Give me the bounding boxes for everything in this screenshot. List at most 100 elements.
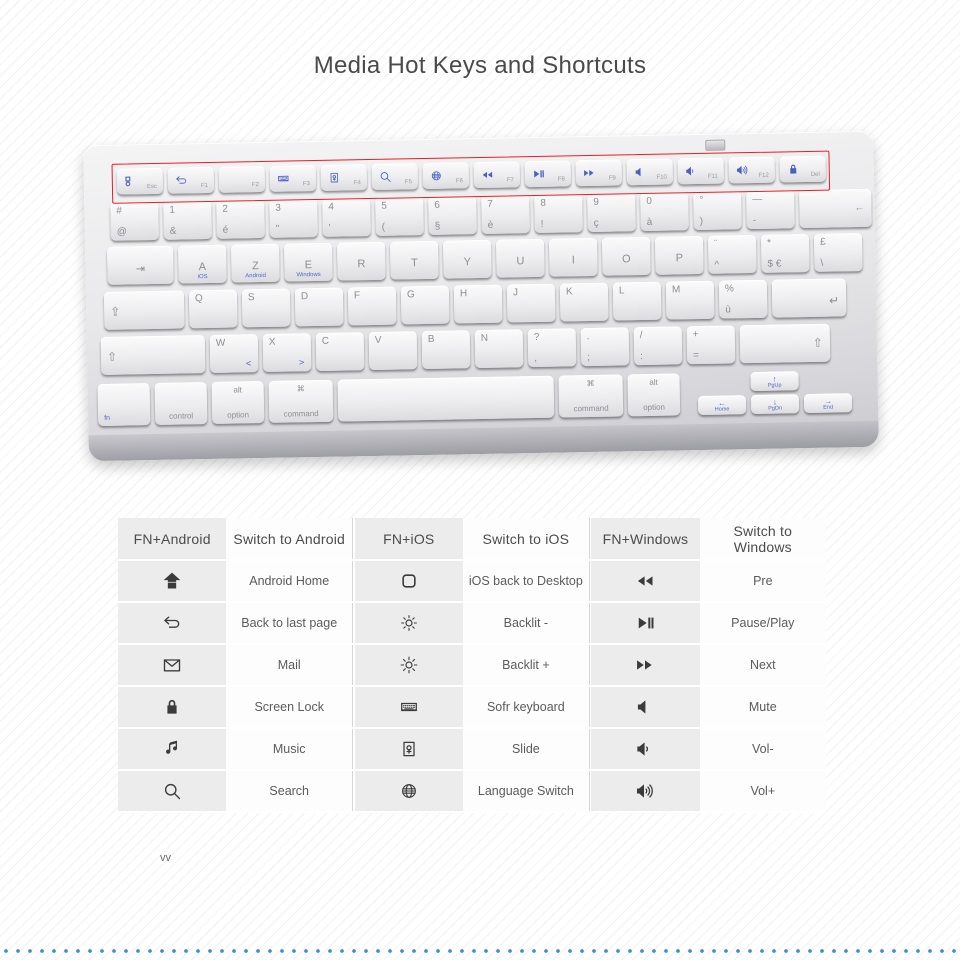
key-f3[interactable]: F3 (269, 165, 317, 192)
key-legend-top: / (639, 330, 643, 342)
key-num-4[interactable]: 4 ' (322, 198, 371, 237)
key-os-label: iOS (197, 274, 208, 281)
key-f9[interactable]: F9 (575, 159, 622, 187)
key-r[interactable]: R (336, 241, 386, 281)
key-i[interactable]: I (548, 237, 598, 277)
key-w[interactable]: W < (209, 334, 259, 373)
key-f4[interactable]: F4 (320, 164, 368, 191)
key-.[interactable]: .; (580, 327, 630, 367)
fn-key[interactable]: fn (97, 383, 151, 427)
key-£[interactable]: £ \ (813, 233, 863, 272)
key-p[interactable]: P (654, 235, 704, 275)
footer-dotted-rule (0, 949, 960, 953)
key-f1[interactable]: F1 (167, 166, 215, 194)
key-%[interactable]: % ù (718, 279, 768, 319)
key-a[interactable]: AiOS (178, 244, 227, 284)
key-f6[interactable]: F6 (422, 162, 470, 190)
right-shift-key[interactable]: ⇧ (739, 323, 831, 364)
key-*[interactable]: * $ € (760, 233, 810, 273)
shift-arrow-icon: ⇧ (106, 349, 118, 364)
up-arrow-key[interactable]: ↑ PgUp (750, 371, 799, 392)
key-o[interactable]: O (601, 236, 651, 276)
key-label: F10 (656, 174, 667, 181)
key-num-6[interactable]: 6 § (428, 196, 477, 235)
left-arrow-key[interactable]: ← Home (697, 395, 747, 416)
key-¨[interactable]: ¨ ^ (707, 234, 757, 274)
key-f10[interactable]: F10 (626, 158, 673, 186)
enter-key[interactable]: ↵ (771, 278, 847, 318)
ios-action-label: Backlit + (462, 644, 590, 686)
key-d[interactable]: D (294, 287, 344, 327)
key-j[interactable]: J (506, 283, 556, 323)
key-legend: ⇥ (135, 263, 146, 276)
key-legend-bottom: ' (328, 222, 331, 234)
key-s[interactable]: S (241, 288, 291, 328)
key-num-1[interactable]: 1 & (163, 200, 212, 240)
key-num-0[interactable]: 0à (640, 192, 689, 232)
key-?[interactable]: ?, (527, 328, 577, 368)
key-del[interactable]: Del (779, 155, 826, 183)
arrow-key-label: Home (714, 406, 730, 413)
key-/[interactable]: /: (633, 326, 683, 366)
key-l[interactable]: L (612, 281, 662, 321)
soft-keyboard-icon (277, 172, 290, 185)
key-legend-top: # (116, 205, 123, 217)
key-x[interactable]: X > (262, 333, 312, 373)
left-command-key[interactable]: ⌘ command (268, 379, 334, 423)
key-legend: control (169, 411, 194, 421)
key-e[interactable]: E Windows (284, 242, 333, 282)
key-esc[interactable]: Esc (116, 167, 164, 195)
key-t[interactable]: T (389, 240, 439, 280)
caps-lock-key[interactable]: ⇪ (103, 290, 185, 330)
key-f5[interactable]: F5 (371, 163, 419, 190)
key-m[interactable]: M (665, 280, 715, 320)
key-h[interactable]: H (453, 284, 503, 324)
table-row: Mail Backlit + Next (118, 644, 826, 686)
key-f[interactable]: F (347, 286, 397, 326)
key-num-—[interactable]: — - (746, 190, 795, 230)
key-num-2[interactable]: 2é (216, 199, 265, 239)
left-shift-key[interactable]: ⇧ (100, 335, 206, 375)
backspace-key[interactable]: ← (799, 188, 872, 229)
key-num-8[interactable]: 8! (534, 194, 583, 234)
space-key[interactable] (337, 375, 555, 422)
key-num-9[interactable]: 9ç (587, 193, 636, 233)
back-arrow-icon (175, 174, 188, 187)
key-num-#[interactable]: # @ (110, 201, 159, 241)
key-v[interactable]: V (368, 331, 418, 371)
key-legend: Y (463, 256, 472, 269)
key-f11[interactable]: F11 (677, 157, 724, 185)
key-legend: D (300, 291, 309, 303)
key-f2[interactable]: F2 (218, 165, 266, 193)
key-z[interactable]: Z Android (231, 243, 280, 283)
key-legend-bottom: à (646, 216, 653, 228)
key-q[interactable]: Q (188, 289, 238, 329)
right-command-key[interactable]: ⌘ command (558, 374, 624, 418)
key-label: F12 (758, 172, 769, 179)
key-g[interactable]: G (400, 285, 450, 325)
key-num-°[interactable]: °) (693, 191, 742, 231)
key-k[interactable]: K (559, 282, 609, 322)
key-num-5[interactable]: 5( (375, 197, 424, 236)
right-arrow-key[interactable]: → End (803, 393, 853, 414)
key-legend-bottom: ) (699, 215, 704, 227)
key-u[interactable]: U (495, 238, 545, 278)
key-legend-bottom: $ € (767, 258, 782, 270)
key-legend-bottom: command (573, 403, 609, 414)
left-alt-option-key[interactable]: alt option (211, 380, 265, 424)
control-key[interactable]: control (154, 382, 208, 425)
key-c[interactable]: C (315, 332, 365, 372)
key-f7[interactable]: F7 (473, 161, 521, 189)
key-num-3[interactable]: 3 " (269, 198, 318, 238)
key-f8[interactable]: F8 (524, 160, 572, 188)
key-b[interactable]: B (421, 330, 471, 370)
down-arrow-key[interactable]: ↓ PgDn (750, 394, 800, 415)
key-f12[interactable]: F12 (728, 156, 775, 184)
key-num-7[interactable]: 7è (481, 195, 530, 234)
header-ios-action: Switch to iOS (462, 518, 590, 560)
key-+[interactable]: + = (686, 325, 736, 365)
key-n[interactable]: N (474, 329, 524, 369)
key-y[interactable]: Y (442, 239, 492, 279)
right-alt-option-key[interactable]: alt option (627, 373, 681, 417)
tab-key[interactable]: ⇥ (107, 245, 174, 285)
